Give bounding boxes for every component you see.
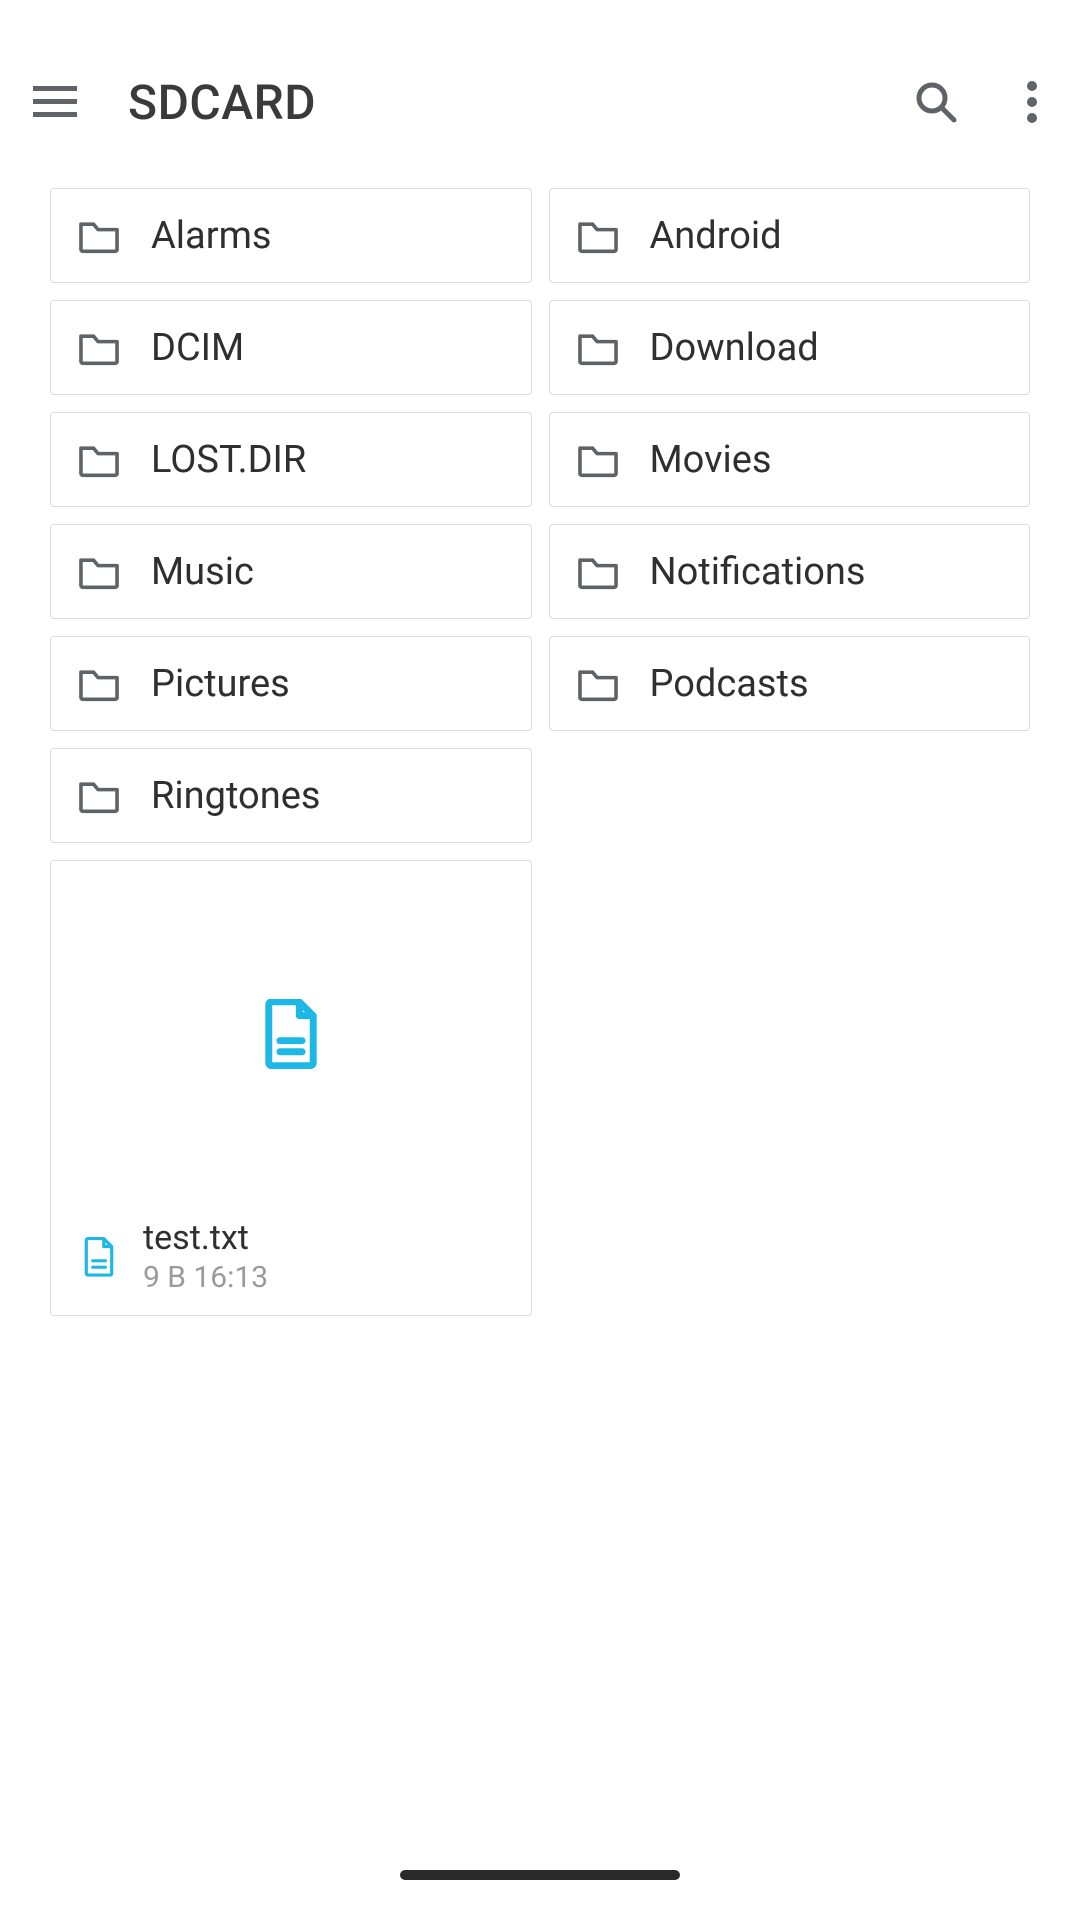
file-meta-row: test.txt 9 B 16:13 <box>51 1211 531 1315</box>
folder-icon <box>75 776 123 816</box>
page-title: SDCARD <box>128 74 316 131</box>
menu-icon <box>33 86 77 118</box>
folder-icon <box>574 216 622 256</box>
file-preview <box>51 861 531 1211</box>
folder-item[interactable]: Notifications <box>549 524 1031 619</box>
folder-label: Movies <box>650 438 772 482</box>
app-bar: SDCARD <box>0 0 1080 168</box>
more-vert-icon <box>1026 80 1038 124</box>
menu-button[interactable] <box>0 86 110 118</box>
folder-label: Android <box>650 214 782 258</box>
content-area: Alarms Android DCIM Download LOST.DIR Mo… <box>0 168 1080 1316</box>
folder-icon <box>75 664 123 704</box>
folder-item[interactable]: Movies <box>549 412 1031 507</box>
more-button[interactable] <box>984 54 1080 150</box>
folder-icon <box>75 328 123 368</box>
file-info: 9 B 16:13 <box>143 1260 268 1295</box>
folder-item[interactable]: LOST.DIR <box>50 412 532 507</box>
folder-label: DCIM <box>151 326 244 370</box>
folder-item[interactable]: DCIM <box>50 300 532 395</box>
folder-item[interactable]: Podcasts <box>549 636 1031 731</box>
file-card[interactable]: test.txt 9 B 16:13 <box>50 860 532 1316</box>
folder-icon <box>574 328 622 368</box>
file-icon <box>263 999 319 1072</box>
folder-label: Alarms <box>151 214 272 258</box>
gesture-bar[interactable] <box>400 1870 680 1880</box>
folder-icon <box>75 216 123 256</box>
search-icon <box>912 78 960 126</box>
gesture-bar-area <box>0 1860 1080 1920</box>
folder-icon <box>574 664 622 704</box>
folder-label: LOST.DIR <box>151 438 306 482</box>
folder-label: Pictures <box>151 662 290 706</box>
folder-label: Music <box>151 550 254 594</box>
folder-label: Download <box>650 326 819 370</box>
file-icon <box>75 1237 123 1277</box>
folder-icon <box>574 552 622 592</box>
folder-item[interactable]: Download <box>549 300 1031 395</box>
folder-label: Notifications <box>650 550 866 594</box>
file-grid: test.txt 9 B 16:13 <box>50 860 1030 1316</box>
folder-icon <box>75 440 123 480</box>
folder-item[interactable]: Alarms <box>50 188 532 283</box>
folder-item[interactable]: Android <box>549 188 1031 283</box>
folder-label: Ringtones <box>151 774 320 818</box>
folder-icon <box>574 440 622 480</box>
folder-label: Podcasts <box>650 662 809 706</box>
folder-grid: Alarms Android DCIM Download LOST.DIR Mo… <box>50 188 1030 843</box>
folder-icon <box>75 552 123 592</box>
file-name: test.txt <box>143 1219 268 1258</box>
folder-item[interactable]: Ringtones <box>50 748 532 843</box>
folder-item[interactable]: Pictures <box>50 636 532 731</box>
search-button[interactable] <box>888 54 984 150</box>
folder-item[interactable]: Music <box>50 524 532 619</box>
